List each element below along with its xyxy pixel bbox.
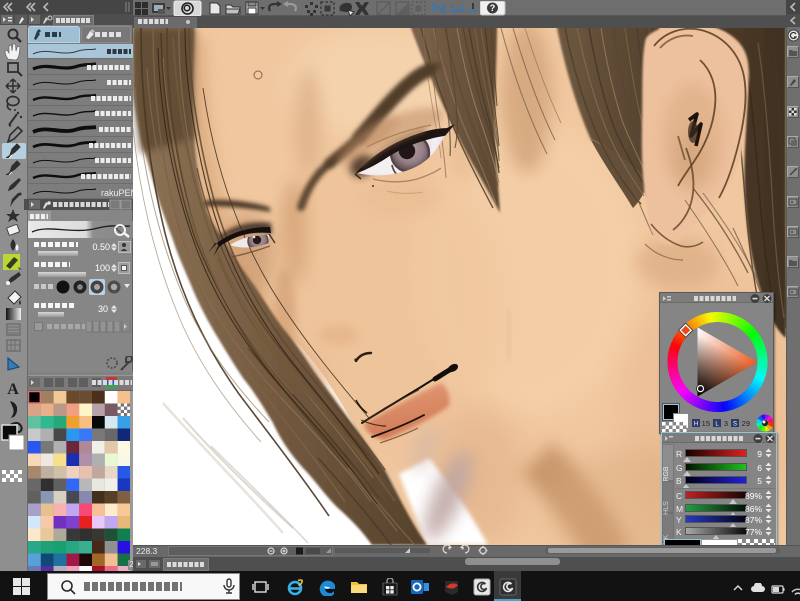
svg-text:H: H bbox=[694, 422, 698, 428]
svg-text:A: A bbox=[7, 381, 19, 398]
svg-text:15: 15 bbox=[702, 419, 710, 428]
svg-text:S: S bbox=[733, 422, 737, 428]
svg-text:HLS: HLS bbox=[663, 501, 670, 515]
svg-text:29: 29 bbox=[742, 419, 750, 428]
svg-text:RGB: RGB bbox=[663, 466, 670, 482]
svg-text:3: 3 bbox=[724, 419, 728, 428]
svg-text:?: ? bbox=[490, 3, 496, 13]
